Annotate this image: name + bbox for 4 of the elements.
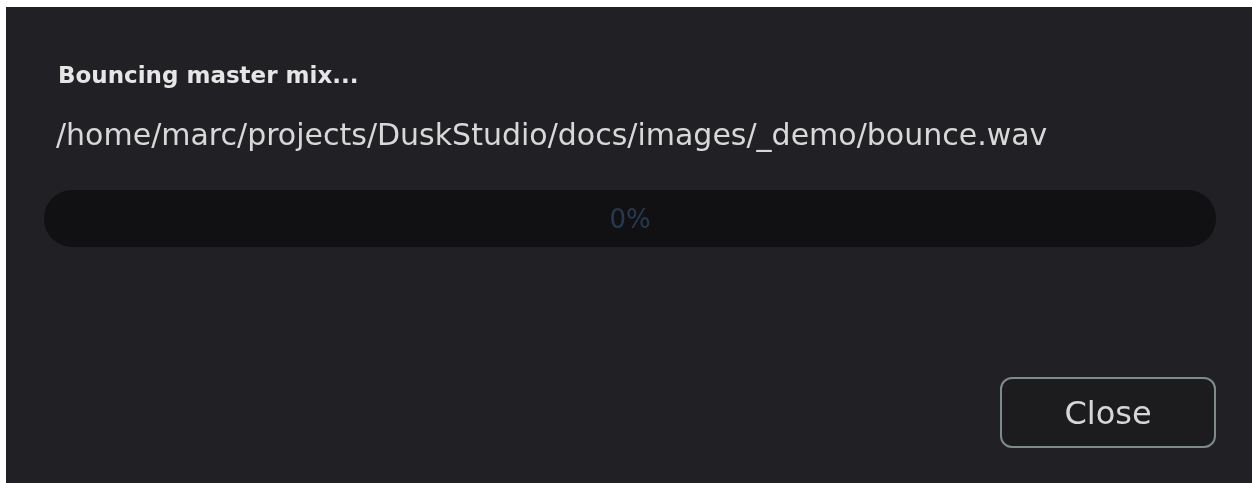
file-path: /home/marc/projects/DuskStudio/docs/images/_demo/bounce.wav	[56, 117, 1049, 153]
progress-percentage: 0%	[609, 203, 651, 234]
dialog-title: Bouncing master mix...	[58, 61, 360, 90]
close-button[interactable]: Close	[1000, 377, 1216, 448]
